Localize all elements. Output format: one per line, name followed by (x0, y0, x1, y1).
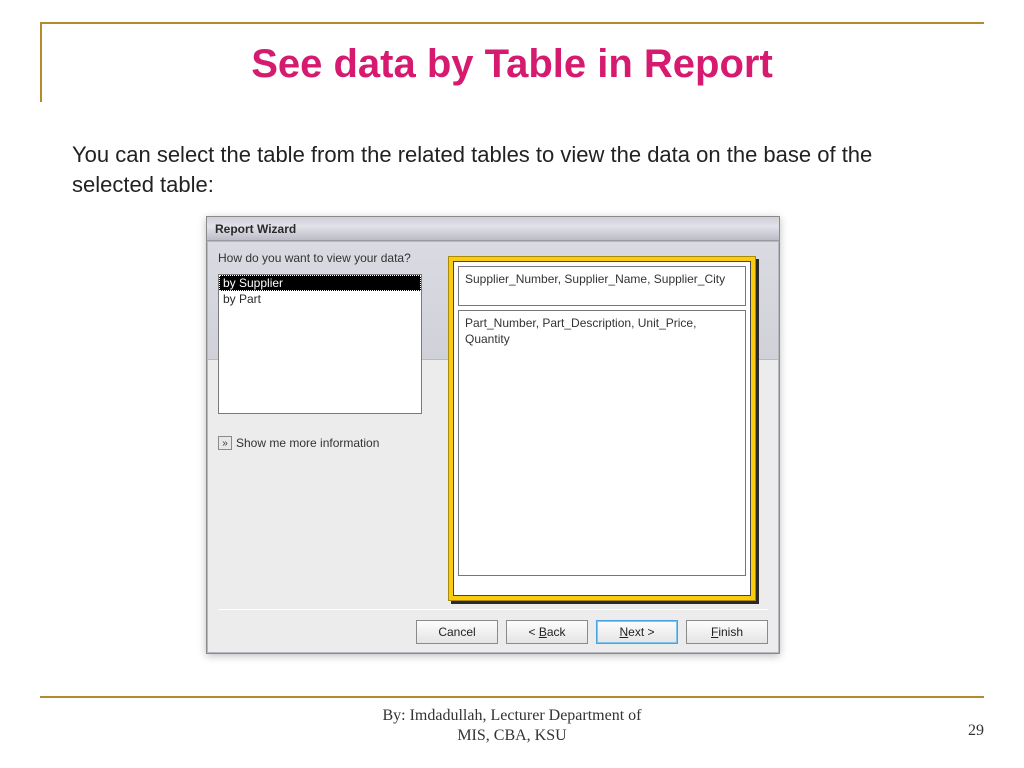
show-more-label: Show me more information (236, 436, 379, 450)
view-option-supplier[interactable]: by Supplier (219, 275, 421, 291)
cancel-button[interactable]: Cancel (416, 620, 498, 644)
bottom-border (40, 696, 984, 698)
wizard-titlebar: Report Wizard (207, 217, 779, 241)
report-preview-inner: Supplier_Number, Supplier_Name, Supplier… (453, 261, 751, 596)
back-button[interactable]: < Back (506, 620, 588, 644)
view-options-list[interactable]: by Supplier by Part (218, 274, 422, 414)
preview-detail-fields: Part_Number, Part_Description, Unit_Pric… (458, 310, 746, 576)
report-preview-frame: Supplier_Number, Supplier_Name, Supplier… (448, 256, 756, 601)
finish-button-label: Finish (711, 625, 743, 639)
cancel-button-label: Cancel (438, 625, 475, 639)
slide-title: See data by Table in Report (0, 42, 1024, 87)
show-more-info-link[interactable]: » Show me more information (218, 436, 432, 450)
wizard-button-row: Cancel < Back Next > Finish (416, 620, 768, 644)
wizard-separator (218, 609, 768, 610)
next-button[interactable]: Next > (596, 620, 678, 644)
slide-description: You can select the table from the relate… (72, 140, 952, 199)
page-number: 29 (968, 722, 984, 740)
footer-line2: MIS, CBA, KSU (0, 726, 1024, 746)
wizard-question: How do you want to view your data? (218, 250, 432, 266)
slide-footer: By: Imdadullah, Lecturer Department of M… (0, 706, 1024, 746)
next-button-label: Next (619, 625, 644, 639)
report-wizard-dialog: Report Wizard How do you want to view yo… (206, 216, 780, 654)
footer-line1: By: Imdadullah, Lecturer Department of (0, 706, 1024, 726)
wizard-body: How do you want to view your data? by Su… (207, 241, 779, 653)
finish-button[interactable]: Finish (686, 620, 768, 644)
view-option-part[interactable]: by Part (219, 291, 421, 307)
preview-header-fields: Supplier_Number, Supplier_Name, Supplier… (458, 266, 746, 306)
wizard-left-column: How do you want to view your data? by Su… (218, 250, 432, 450)
top-border-horizontal (40, 22, 984, 24)
back-button-label: Back (539, 625, 566, 639)
chevron-right-icon: » (218, 436, 232, 450)
